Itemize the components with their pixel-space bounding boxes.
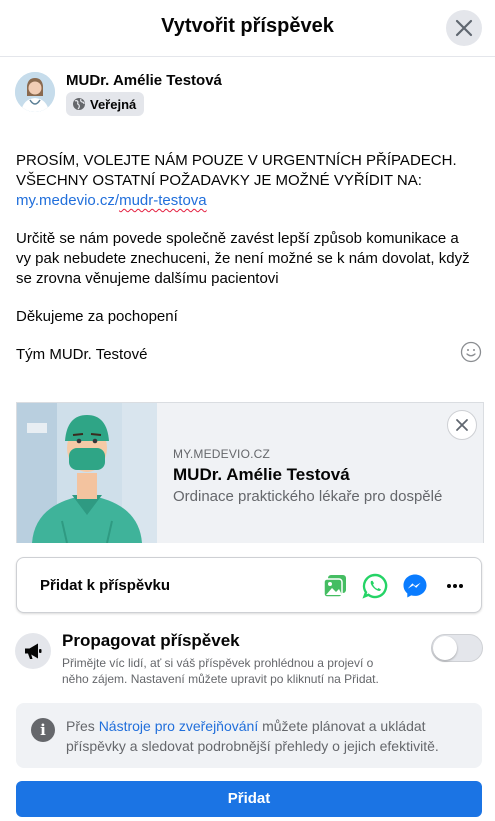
avatar[interactable]: [15, 72, 55, 112]
privacy-label: Veřejná: [90, 96, 137, 112]
dialog-header: Vytvořit příspěvek: [0, 0, 495, 57]
promote-desc-line: Přimějte víc lidí, ať si váš příspěvek p…: [62, 656, 374, 670]
dialog-title: Vytvořit příspěvek: [161, 15, 334, 37]
promote-icon-wrap: [15, 633, 51, 669]
post-button[interactable]: Přidat: [16, 781, 482, 817]
info-line2: příspěvky a sledovat podrobnější přehled…: [66, 738, 439, 754]
post-line: VŠECHNY OSTATNÍ POŽADAVKY JE MOŽNÉ VYŘÍD…: [16, 172, 422, 189]
info-icon: i: [31, 718, 55, 742]
privacy-selector[interactable]: Veřejná: [66, 92, 145, 116]
megaphone-icon: [25, 643, 42, 659]
post-line: vy pak nebudete znechuceni, že není možn…: [16, 250, 470, 267]
info-prefix: Přes: [66, 718, 99, 734]
post-line: Určitě se nám povede společně zavést lep…: [16, 230, 459, 247]
add-to-post-bar: Přidat k příspěvku: [16, 557, 482, 613]
toggle-knob: [433, 636, 457, 660]
photo-video-icon: [323, 575, 346, 598]
link-preview-card[interactable]: MY.MEDEVIO.CZ MUDr. Amélie Testová Ordin…: [16, 402, 484, 543]
preview-description: Ordinace praktického lékaře pro dospělé: [173, 488, 443, 505]
post-text-editor[interactable]: PROSÍM, VOLEJTE NÁM POUZE V URGENTNÍCH P…: [16, 151, 481, 365]
close-button[interactable]: [446, 10, 482, 46]
whatsapp-button[interactable]: [361, 572, 389, 600]
info-text: Přes Nástroje pro zveřejňování můžete pl…: [66, 716, 471, 756]
post-line: PROSÍM, VOLEJTE NÁM POUZE V URGENTNÍCH P…: [16, 152, 457, 169]
info-rest: můžete plánovat a ukládat: [258, 718, 426, 734]
author-name: MUDr. Amélie Testová: [66, 72, 222, 89]
smiley-icon: [460, 341, 482, 363]
promote-toggle[interactable]: [431, 634, 483, 662]
info-box: i Přes Nástroje pro zveřejňování můžete …: [16, 703, 482, 768]
publishing-tools-link[interactable]: Nástroje pro zveřejňování: [99, 718, 259, 734]
promote-desc-line: něho zájem. Nastavení můžete upravit po …: [62, 672, 379, 686]
messenger-icon: [403, 574, 427, 598]
link-prefix: my.medevio.cz/: [16, 192, 120, 209]
preview-title: MUDr. Amélie Testová: [173, 465, 350, 484]
photo-video-button[interactable]: [321, 572, 349, 600]
remove-preview-button[interactable]: [447, 410, 477, 440]
promote-title: Propagovat příspěvek: [62, 631, 240, 650]
post-line: se zrovna věnujeme dalšímu pacientovi: [16, 270, 279, 287]
more-button[interactable]: [441, 572, 469, 600]
post-link[interactable]: my.medevio.cz/mudr-testova: [16, 191, 481, 211]
more-icon: [447, 584, 463, 588]
promote-description: Přimějte víc lidí, ať si váš příspěvek p…: [62, 655, 412, 687]
preview-image: [17, 403, 157, 543]
emoji-button[interactable]: [460, 341, 482, 368]
close-icon: [455, 19, 473, 37]
link-suffix: mudr-testova: [119, 192, 207, 209]
whatsapp-icon: [362, 573, 388, 599]
globe-icon: [73, 98, 85, 110]
close-icon: [456, 419, 468, 431]
post-line: Tým MUDr. Testové: [16, 346, 148, 363]
preview-domain: MY.MEDEVIO.CZ: [173, 447, 271, 461]
post-line: Děkujeme za pochopení: [16, 308, 178, 325]
messenger-button[interactable]: [401, 572, 429, 600]
add-to-post-label: Přidat k příspěvku: [40, 577, 171, 594]
